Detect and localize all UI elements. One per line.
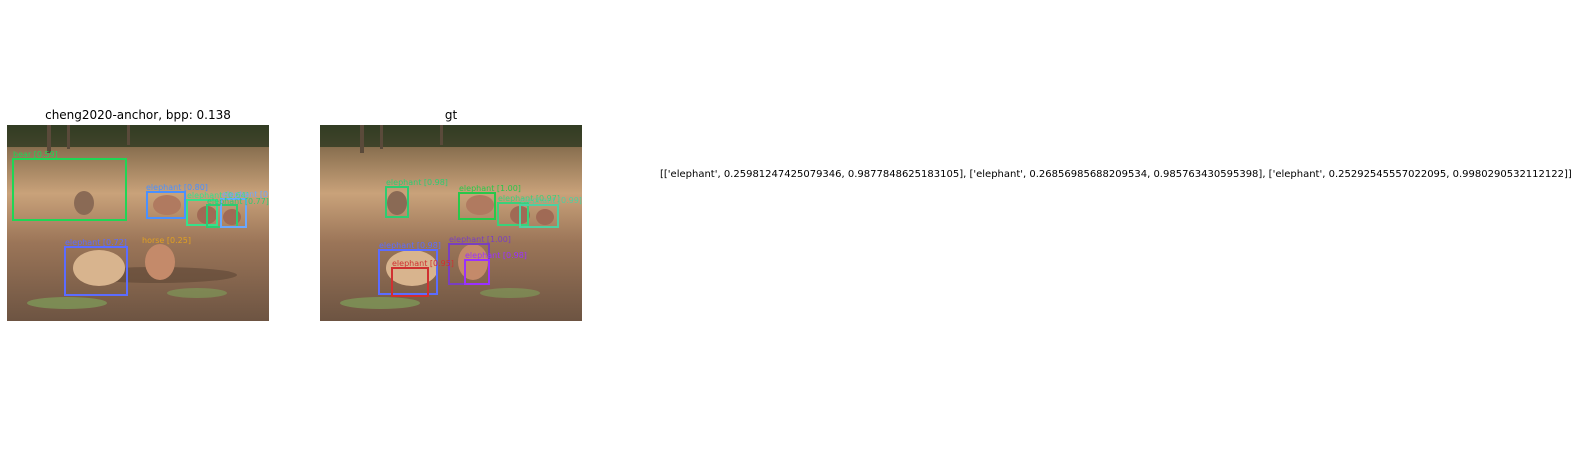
- left-detection-label: horse [0.25]: [142, 236, 191, 245]
- left-panel-image: bear [0.59] elephant [0.80] elephant [0.…: [7, 125, 269, 321]
- left-detection-label: elephant [0.72]: [65, 238, 127, 247]
- right-detection-label: elephant [1.00]: [449, 235, 511, 244]
- right-detection-label: elephant [1.00]: [459, 184, 521, 193]
- right-panel-title: gt: [444, 108, 458, 122]
- left-panel-title: cheng2020-anchor, bpp: 0.138: [45, 108, 231, 122]
- right-scene: elephant [0.98] elephant [1.00] elephant…: [320, 125, 582, 321]
- detection-result-text: [['elephant', 0.25981247425079346, 0.987…: [660, 169, 1572, 180]
- right-detection-label: elephant [0.99]: [520, 196, 582, 205]
- right-detection-label: elephant [0.98]: [465, 251, 527, 260]
- left-detection-label: elephant [0.53]: [222, 190, 269, 199]
- right-detection-label: elephant [0.98]: [386, 178, 448, 187]
- right-detection-label: elephant [0.98]: [379, 241, 441, 250]
- left-detection-label: bear [0.59]: [13, 150, 58, 159]
- right-detection-label: elephant [0.95]: [392, 259, 454, 268]
- left-scene: bear [0.59] elephant [0.80] elephant [0.…: [7, 125, 269, 321]
- right-panel-image: elephant [0.98] elephant [1.00] elephant…: [320, 125, 582, 321]
